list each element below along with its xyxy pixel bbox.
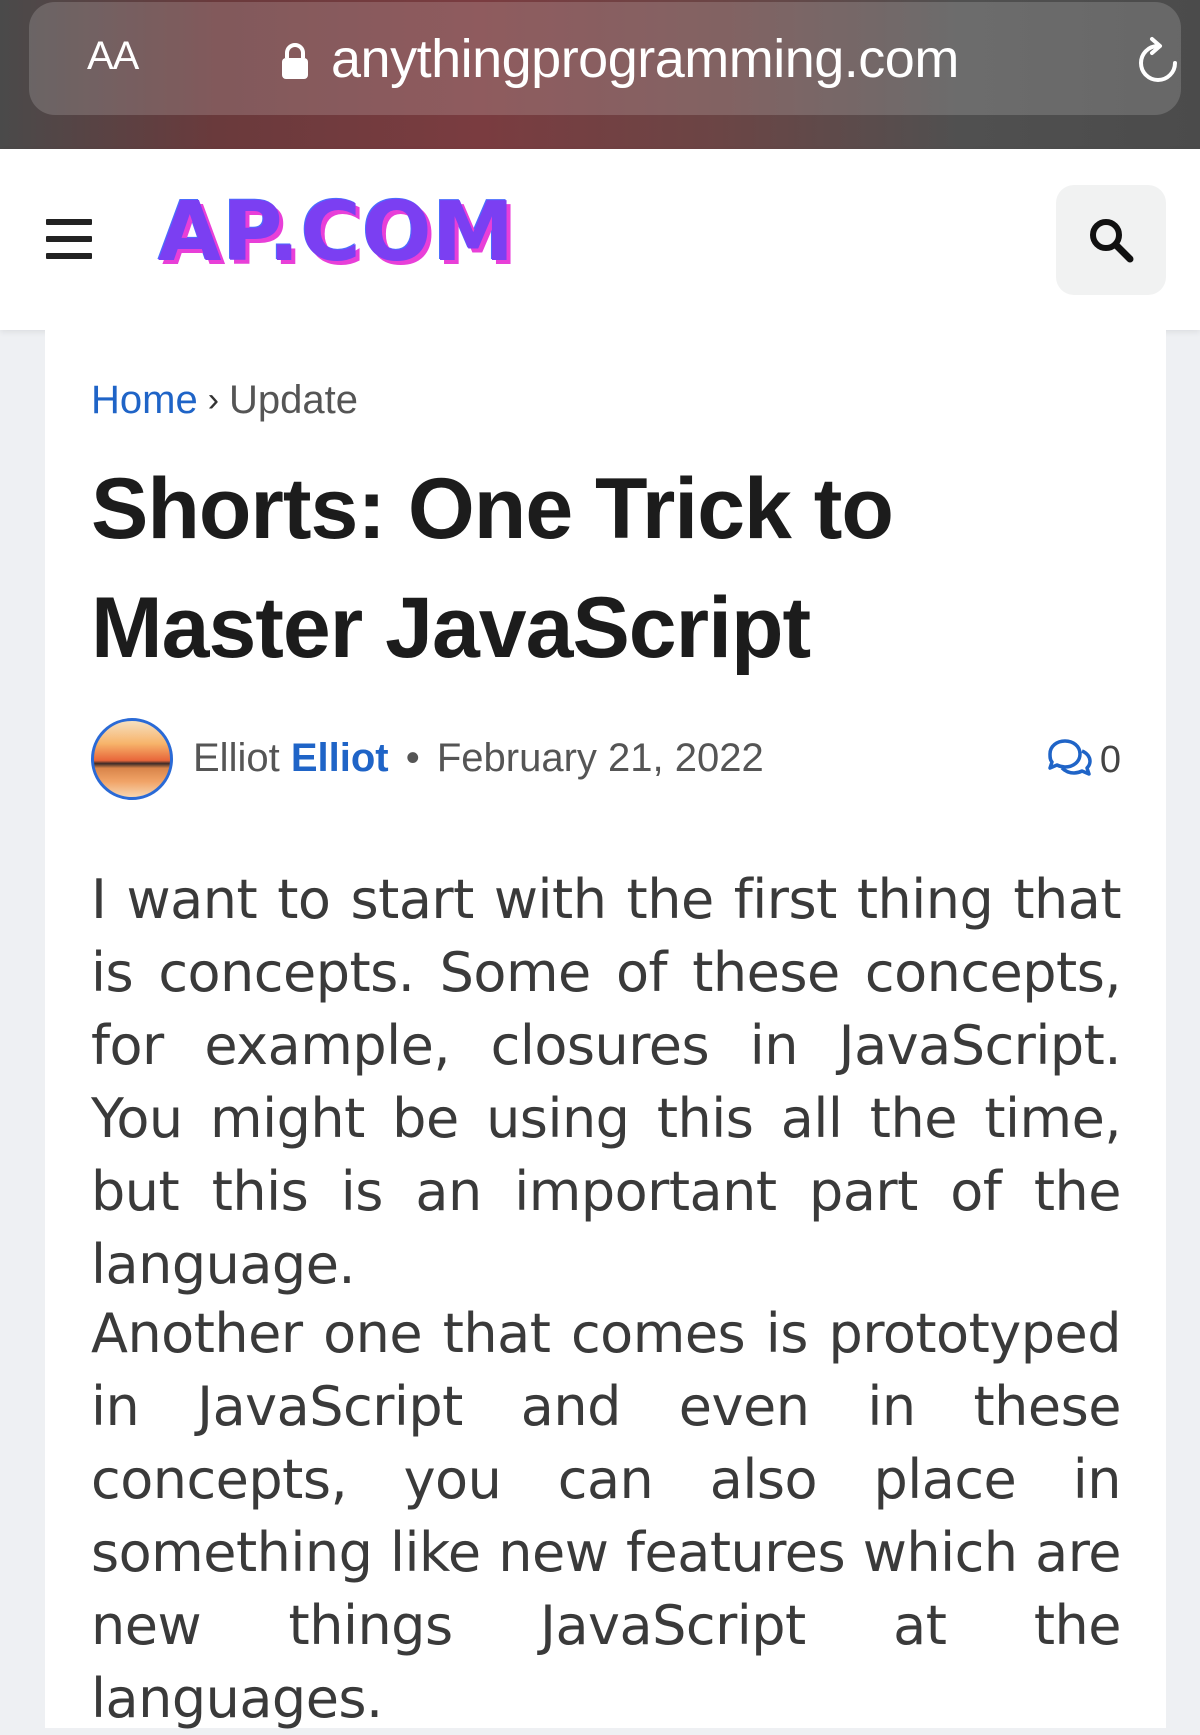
comments-icon <box>1048 739 1092 776</box>
author-avatar[interactable] <box>91 718 173 800</box>
browser-toolbar: AA anythingprogramming.com <box>0 0 1200 149</box>
site-logo[interactable]: AP.COM <box>158 185 515 280</box>
url-text[interactable]: anythingprogramming.com <box>331 28 959 90</box>
article-meta: Elliot Elliot • February 21, 2022 0 <box>91 718 1121 808</box>
lock-icon <box>282 43 308 79</box>
site-header: AP.COM <box>0 149 1200 330</box>
meta-text: Elliot Elliot • February 21, 2022 <box>193 736 764 781</box>
chevron-right-icon: › <box>207 381 220 419</box>
article-paragraph: I want to start with the first thing tha… <box>91 868 1122 1296</box>
comment-count: 0 <box>1099 739 1121 781</box>
meta-separator: • <box>405 736 420 780</box>
reload-icon[interactable] <box>1135 36 1181 86</box>
reader-text-size-button[interactable]: AA <box>87 34 139 79</box>
search-icon <box>1090 219 1134 263</box>
comments-link[interactable]: 0 <box>1046 738 1121 782</box>
breadcrumb: Home › Update <box>91 378 358 423</box>
post-date: February 21, 2022 <box>436 736 764 780</box>
article-card: Home › Update Shorts: One Trick to Master … <box>45 330 1166 1730</box>
breadcrumb-home-link[interactable]: Home <box>91 378 198 422</box>
breadcrumb-current: Update <box>229 378 359 422</box>
author-name: Elliot <box>193 736 280 780</box>
author-link[interactable]: Elliot <box>291 736 389 780</box>
hamburger-menu-icon[interactable] <box>46 219 92 259</box>
article-paragraph: Another one that comes is prototyped in … <box>91 1302 1122 1730</box>
address-bar[interactable]: AA anythingprogramming.com <box>29 2 1181 115</box>
article-title: Shorts: One Trick to Master JavaScript <box>91 461 894 676</box>
search-button[interactable] <box>1056 185 1166 295</box>
